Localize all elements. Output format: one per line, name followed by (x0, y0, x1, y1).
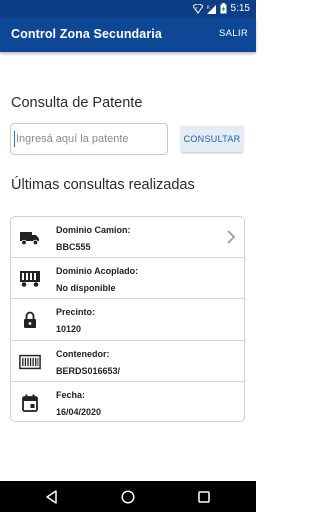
row-label: Dominio Acoplado: (56, 266, 139, 277)
row-label: Fecha: (56, 389, 86, 400)
row-value: 10120 (56, 324, 82, 335)
signal-icon: R (206, 4, 216, 14)
row-value: BERDS016653/ (56, 365, 121, 376)
recent-query-card[interactable]: Dominio Camion: BBC555 Dominio Acoplado:… (10, 216, 245, 422)
battery-charging-icon (220, 3, 227, 14)
status-bar: ? R 5:15 (0, 0, 256, 18)
recent-section-title: Últimas consultas realizadas (11, 177, 195, 193)
truck-icon (19, 227, 41, 249)
plate-search-input[interactable] (10, 123, 168, 155)
search-section-title: Consulta de Patente (11, 95, 143, 111)
system-nav-bar (0, 481, 256, 512)
seal-row: Precinto: 10120 (11, 299, 244, 341)
text-cursor (14, 131, 15, 147)
row-label: Contenedor: (56, 348, 110, 359)
row-label: Dominio Camion: (56, 225, 131, 235)
truck-plate-row[interactable]: Dominio Camion: BBC555 (11, 217, 244, 259)
recents-icon[interactable] (196, 489, 212, 505)
consultar-button[interactable]: CONSULTAR (181, 126, 243, 152)
trailer-plate-row: Dominio Acoplado: No disponible (11, 258, 244, 300)
row-label: Precinto: (56, 307, 96, 318)
row-value: 16/04/2020 (56, 406, 102, 417)
app-title: Control Zona Secundaria (11, 27, 162, 41)
date-row: Fecha: 16/04/2020 (11, 382, 244, 421)
chevron-right-icon[interactable] (226, 229, 236, 250)
wifi-icon: ? (192, 3, 203, 14)
svg-text:?: ? (195, 6, 197, 11)
home-icon[interactable] (120, 489, 136, 505)
container-row: Contenedor: BERDS016653/ (11, 341, 244, 382)
exit-button[interactable]: SALIR (219, 28, 248, 39)
row-value: No disponible (56, 283, 116, 294)
back-icon[interactable] (44, 489, 60, 505)
lock-icon (19, 309, 41, 331)
calendar-icon (19, 392, 41, 414)
svg-text:R: R (207, 5, 210, 10)
app-bar: Control Zona Secundaria SALIR (0, 18, 256, 52)
container-icon (19, 351, 41, 373)
row-value: BBC555 (56, 242, 91, 252)
trailer-icon (19, 268, 41, 290)
status-time: 5:15 (230, 3, 250, 14)
